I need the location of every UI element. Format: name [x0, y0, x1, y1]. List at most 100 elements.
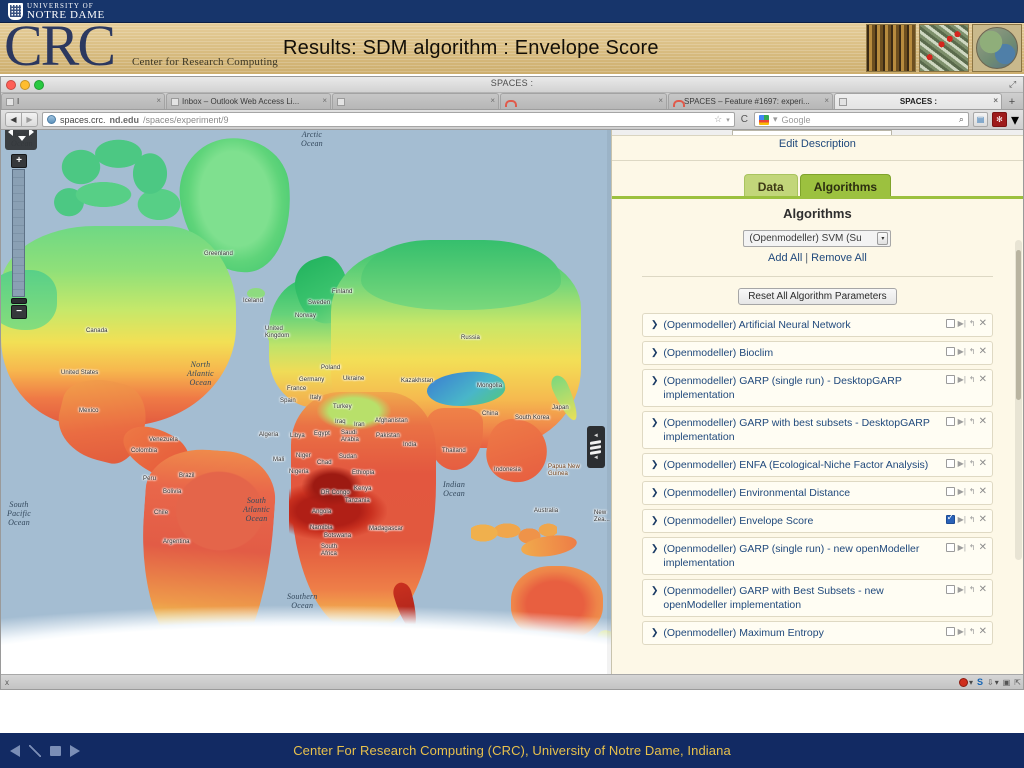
close-icon[interactable]: ✕ — [979, 347, 987, 357]
stop-recording-icon[interactable]: ▾ — [958, 677, 973, 687]
revert-icon[interactable]: ↰ — [969, 347, 976, 356]
chevron-down-icon[interactable]: ▾ — [726, 116, 730, 124]
algorithm-row[interactable]: ❯ (Openmodeller) GARP (single run) - Des… — [641, 369, 993, 407]
run-icon[interactable]: ▶| — [958, 417, 966, 426]
chevron-down-icon[interactable]: ❯ — [651, 374, 659, 387]
algorithm-row[interactable]: ❯ (Openmodeller) Bioclim ▶| ↰ ✕ — [641, 341, 993, 365]
run-icon[interactable]: ▶| — [958, 375, 966, 384]
browser-tab-6-close-icon[interactable]: × — [993, 97, 998, 105]
algorithm-row-tools[interactable]: ▶| ↰ ✕ — [945, 627, 987, 637]
revert-icon[interactable]: ↰ — [969, 515, 976, 524]
chevron-down-icon[interactable]: ❯ — [651, 416, 659, 429]
close-icon[interactable]: ✕ — [979, 627, 987, 637]
chevron-down-icon[interactable]: ❯ — [651, 514, 659, 527]
add-all-link[interactable]: Add All — [768, 252, 802, 264]
algorithm-checkbox[interactable] — [945, 319, 955, 328]
algorithm-row-tools[interactable]: ▶| ↰ ✕ — [945, 459, 987, 469]
run-icon[interactable]: ▶| — [958, 627, 966, 636]
back-button[interactable]: ◀ — [5, 112, 22, 127]
run-icon[interactable]: ▶| — [958, 543, 966, 552]
chevron-down-icon[interactable]: ❯ — [651, 626, 659, 639]
algorithm-row[interactable]: ❯ (Openmodeller) Maximum Entropy ▶| ↰ ✕ — [641, 621, 993, 645]
algorithm-row-tools[interactable]: ▶| ↰ ✕ — [945, 543, 987, 553]
revert-icon[interactable]: ↰ — [969, 375, 976, 384]
browser-tab-4-close-icon[interactable]: × — [658, 97, 663, 105]
algorithm-row[interactable]: ❯ (Openmodeller) GARP with Best Subsets … — [641, 579, 993, 617]
edit-description-link[interactable]: Edit Description — [612, 138, 1023, 150]
revert-icon[interactable]: ↰ — [969, 627, 976, 636]
algorithm-checkbox[interactable] — [945, 347, 955, 356]
run-icon[interactable]: ▶| — [958, 585, 966, 594]
revert-icon[interactable]: ↰ — [969, 585, 976, 594]
algorithm-row-tools[interactable]: ▶| ↰ ✕ — [945, 375, 987, 385]
algorithm-checkbox[interactable] — [945, 585, 955, 594]
revert-icon[interactable]: ↰ — [969, 487, 976, 496]
algorithm-row[interactable]: ❯ (Openmodeller) ENFA (Ecological-Niche … — [641, 453, 993, 477]
close-icon[interactable]: ✕ — [979, 459, 987, 469]
reader-icon[interactable]: ▤ — [972, 112, 988, 127]
algorithm-row-tools[interactable]: ▶| ↰ ✕ — [945, 347, 987, 357]
chevron-down-icon[interactable]: ▾ — [773, 114, 778, 125]
zoom-slider-track[interactable] — [12, 169, 25, 297]
algorithm-row-tools[interactable]: ▶| ↰ ✕ — [945, 513, 987, 525]
algorithm-checkbox[interactable] — [945, 459, 955, 468]
algorithm-row[interactable]: ❯ (Openmodeller) GARP with best subsets … — [641, 411, 993, 449]
close-icon[interactable]: ✕ — [979, 319, 987, 329]
window-icon[interactable]: ▣ — [1003, 678, 1011, 687]
algorithm-checkbox[interactable] — [945, 627, 955, 636]
browser-tab-strip[interactable]: I × Inbox – Outlook Web Access Li... × ×… — [1, 93, 1023, 110]
revert-icon[interactable]: ↰ — [969, 543, 976, 552]
close-icon[interactable]: ✕ — [979, 543, 987, 553]
skype-icon[interactable]: S — [977, 677, 983, 687]
revert-icon[interactable]: ↰ — [969, 417, 976, 426]
algorithm-checkbox[interactable] — [945, 487, 955, 496]
algorithm-checkbox[interactable] — [945, 417, 955, 426]
map-zoom-control[interactable]: + − — [11, 154, 27, 319]
bookmark-star-icon[interactable]: ☆ — [714, 114, 722, 125]
revert-icon[interactable]: ↰ — [969, 459, 976, 468]
search-input[interactable]: Google — [782, 115, 811, 125]
tab-data[interactable]: Data — [743, 174, 798, 198]
layer-switcher-icon[interactable]: ◄ ◄ — [586, 426, 605, 468]
panel-tabs[interactable]: Data Algorithms — [612, 172, 1023, 198]
algorithm-row[interactable]: ❯ (Openmodeller) Artificial Neural Netwo… — [641, 313, 993, 337]
close-icon[interactable]: ✕ — [979, 375, 987, 385]
search-bar[interactable]: ▾ Google ⌕ — [753, 112, 969, 127]
algorithm-row-tools[interactable]: ▶| ↰ ✕ — [945, 319, 987, 329]
algorithm-row-tools[interactable]: ▶| ↰ ✕ — [945, 585, 987, 595]
description-textarea[interactable] — [731, 130, 892, 135]
zoom-slider-handle[interactable] — [11, 298, 27, 304]
chevron-down-icon[interactable]: ❯ — [651, 542, 659, 555]
addon-icon[interactable]: ✻ — [991, 112, 1007, 127]
browser-tab-6[interactable]: SPACES : × — [834, 93, 1002, 109]
zoom-in-button[interactable]: + — [11, 154, 27, 168]
browser-tab-4[interactable]: × — [500, 93, 667, 109]
address-bar[interactable]: spaces.crc. nd.edu/spaces/experiment/9 ☆ … — [42, 112, 735, 127]
run-icon[interactable]: ▶| — [958, 319, 966, 328]
chevron-down-icon[interactable]: ❯ — [651, 486, 659, 499]
algorithm-checkbox[interactable] — [945, 543, 955, 552]
algorithm-row-tools[interactable]: ▶| ↰ ✕ — [945, 417, 987, 427]
run-icon[interactable]: ▶| — [958, 515, 966, 524]
algorithm-row[interactable]: ❯ (Openmodeller) Environmental Distance … — [641, 481, 993, 505]
resize-icon[interactable]: ⇱ — [1014, 678, 1021, 687]
browser-tab-2[interactable]: Inbox – Outlook Web Access Li... × — [166, 93, 331, 109]
chevron-down-icon[interactable]: ▾ — [1011, 110, 1019, 130]
browser-tab-5-close-icon[interactable]: × — [824, 97, 829, 105]
species-distribution-map[interactable]: Arctic Ocean Arctic Ocean North Atlantic… — [1, 130, 611, 675]
reset-all-algorithm-parameters-button[interactable]: Reset All Algorithm Parameters — [738, 288, 897, 305]
browser-tab-1-close-icon[interactable]: × — [156, 97, 161, 105]
zoom-out-button[interactable]: − — [11, 305, 27, 319]
algorithm-checkbox[interactable] — [945, 375, 955, 384]
chevron-down-icon[interactable]: ❯ — [651, 584, 659, 597]
close-icon[interactable]: ✕ — [979, 417, 987, 427]
chevron-down-icon[interactable]: ❯ — [651, 458, 659, 471]
forward-button[interactable]: ▶ — [21, 112, 38, 127]
panel-scrollbar[interactable] — [1015, 240, 1022, 560]
chevron-down-icon[interactable]: ❯ — [651, 346, 659, 359]
new-tab-button[interactable]: + — [1005, 95, 1019, 109]
close-icon[interactable]: ✕ — [979, 487, 987, 497]
browser-tab-5[interactable]: SPACES – Feature #1697: experi... × — [668, 93, 833, 109]
algorithm-checkbox-checked[interactable] — [945, 513, 955, 524]
algorithm-select[interactable]: (Openmodeller) SVM (Su ▾ — [743, 230, 892, 247]
